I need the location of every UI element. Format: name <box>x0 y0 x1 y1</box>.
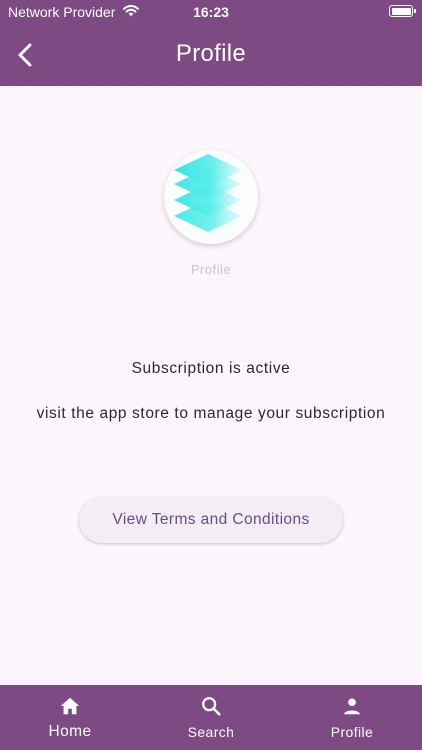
nav-home-label: Home <box>48 723 92 740</box>
bottom-nav: Home Search Profile <box>0 685 422 750</box>
subscription-info: visit the app store to manage your subsc… <box>36 405 386 422</box>
status-time: 16:23 <box>193 4 229 20</box>
profile-logo <box>164 150 258 244</box>
view-terms-button[interactable]: View Terms and Conditions <box>79 497 343 543</box>
search-icon <box>202 697 221 716</box>
logo-caption: Profile <box>190 262 232 277</box>
stacked-layers-logo <box>174 154 242 232</box>
page-title: Profile <box>175 40 247 67</box>
subscription-status: Subscription is active <box>131 360 291 377</box>
app-bar: Network Provider 16:23 Profile <box>0 0 422 86</box>
nav-profile[interactable]: Profile <box>282 685 422 750</box>
status-bar: Network Provider 16:23 <box>0 0 422 24</box>
person-icon <box>344 698 360 715</box>
nav-search-label: Search <box>187 724 235 740</box>
battery-full-icon <box>389 5 416 17</box>
nav-profile-label: Profile <box>330 724 374 740</box>
home-icon <box>60 697 80 715</box>
nav-search[interactable]: Search <box>141 685 281 750</box>
nav-home[interactable]: Home <box>0 685 140 750</box>
